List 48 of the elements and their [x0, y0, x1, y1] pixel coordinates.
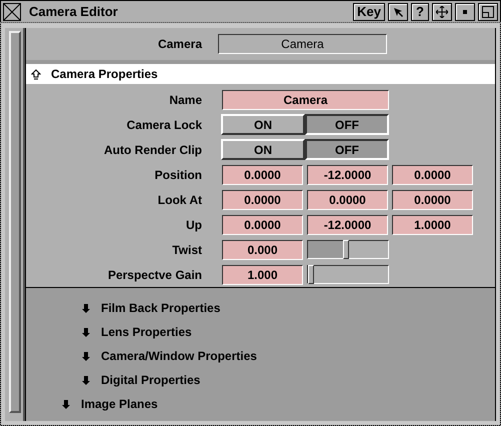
slider-thumb[interactable]: [308, 264, 314, 284]
expand-arrow-icon[interactable]: [81, 374, 91, 386]
section-header[interactable]: Camera/Window Properties: [101, 347, 257, 365]
field-label: Auto Render Clip: [103, 142, 203, 158]
window-title: Camera Editor: [29, 2, 119, 21]
field-label: Camera: [156, 36, 204, 53]
number-field[interactable]: 0.0000: [222, 214, 303, 234]
field-label: Up: [185, 216, 203, 234]
number-field[interactable]: 0.0000: [392, 164, 473, 184]
move-icon[interactable]: [436, 6, 448, 18]
section-header[interactable]: Lens Properties: [101, 323, 192, 341]
field-label: Position: [154, 166, 203, 184]
section-header[interactable]: Film Back Properties: [101, 299, 220, 317]
pointer-icon[interactable]: [392, 6, 404, 18]
field-label: Perspectve Gain: [106, 266, 203, 284]
collapse-arrow-icon[interactable]: [31, 68, 41, 80]
field-label: Look At: [156, 192, 203, 208]
toggle-button[interactable]: OFF: [305, 114, 389, 135]
number-field[interactable]: 0.0000: [222, 190, 303, 210]
number-field[interactable]: 0.000: [222, 240, 303, 260]
slider-track[interactable]: [307, 240, 389, 258]
close-icon[interactable]: [3, 2, 21, 20]
field-label: Name: [168, 92, 203, 108]
number-field[interactable]: -12.0000: [307, 164, 388, 184]
section-header[interactable]: Digital Properties: [101, 371, 200, 389]
number-field[interactable]: 0.0000: [392, 190, 473, 210]
title-bar-button[interactable]: ?: [411, 2, 429, 20]
scrollbar[interactable]: [9, 31, 21, 413]
number-field[interactable]: 0.0000: [222, 164, 303, 184]
camera-selector[interactable]: Camera: [218, 34, 387, 54]
toggle-button[interactable]: OFF: [305, 139, 389, 160]
number-field[interactable]: -12.0000: [307, 214, 388, 234]
toggle-button[interactable]: ON: [221, 139, 305, 160]
field-label: Twist: [171, 242, 203, 258]
number-field[interactable]: 1.0000: [392, 214, 473, 234]
number-field[interactable]: 0.0000: [307, 190, 388, 210]
maximize-icon[interactable]: [482, 6, 494, 18]
section-header[interactable]: Image Planes: [81, 395, 158, 413]
slider-track[interactable]: [307, 264, 389, 284]
toggle-button[interactable]: ON: [221, 114, 305, 135]
expand-arrow-icon[interactable]: [61, 398, 71, 410]
expand-arrow-icon[interactable]: [81, 350, 91, 362]
field-label: Camera Lock: [126, 116, 203, 134]
expand-arrow-icon[interactable]: [81, 326, 91, 338]
number-field[interactable]: 1.000: [222, 264, 303, 284]
title-bar-button[interactable]: Key: [353, 2, 385, 20]
expand-arrow-icon[interactable]: [81, 302, 91, 314]
text-field[interactable]: Camera: [222, 90, 389, 110]
